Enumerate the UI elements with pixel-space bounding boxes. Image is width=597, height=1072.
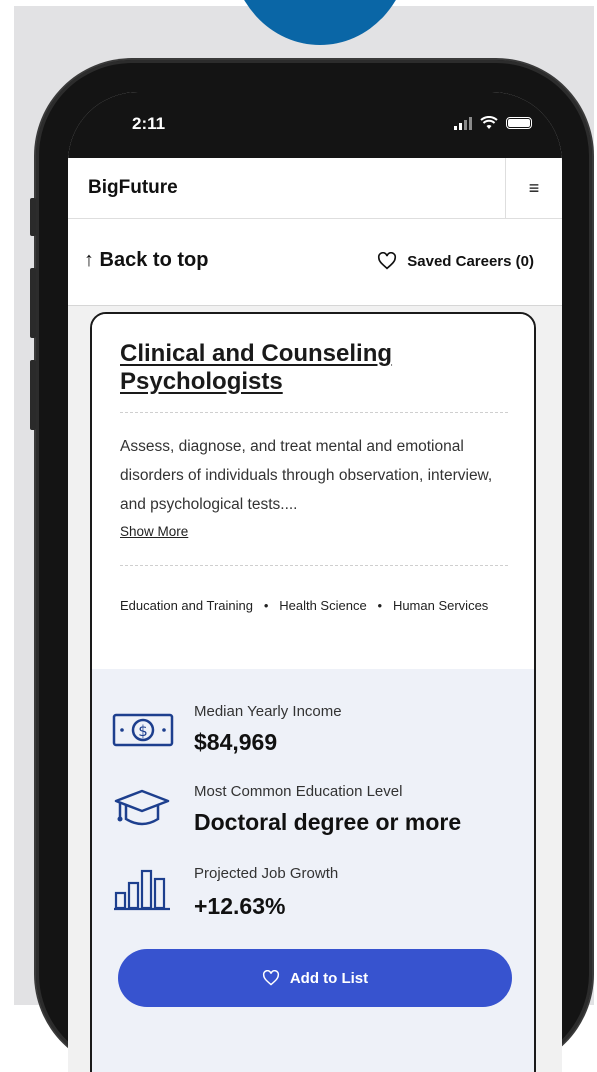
phone-mute-switch	[30, 198, 36, 236]
status-icons	[454, 116, 532, 130]
career-clusters: Education and Training • Health Science …	[120, 590, 512, 621]
hamburger-icon: ≡	[528, 177, 540, 198]
sub-navbar: ↑ Back to top Saved Careers (0)	[68, 219, 562, 306]
status-bar: 2:11	[68, 92, 562, 158]
career-description: Assess, diagnose, and treat mental and e…	[120, 438, 493, 513]
career-stats-panel: $ Median Yearly Income $84,969 Most Comm…	[92, 669, 534, 1072]
heart-outline-icon	[262, 970, 279, 986]
career-title-line2: Psychologists	[120, 368, 283, 395]
career-title-line1: Clinical and Counseling	[120, 340, 393, 367]
brand-logo[interactable]: BigFuture	[88, 177, 178, 199]
show-more-link[interactable]: Show More	[120, 524, 188, 539]
growth-label: Projected Job Growth	[194, 865, 339, 882]
svg-text:$: $	[138, 722, 148, 740]
back-to-top-link[interactable]: ↑ Back to top	[84, 249, 208, 272]
top-navbar: BigFuture ≡	[68, 158, 562, 219]
divider	[120, 565, 508, 566]
growth-value: +12.63%	[194, 893, 286, 919]
battery-icon	[506, 117, 532, 129]
wifi-icon	[480, 116, 498, 129]
career-title-link[interactable]: Clinical and Counseling Psychologists	[120, 340, 500, 396]
cluster-tag: Health Science	[279, 598, 367, 613]
divider	[120, 412, 508, 413]
bar-chart-icon	[114, 869, 170, 911]
saved-careers-link[interactable]: Saved Careers (0)	[377, 252, 534, 270]
income-label: Median Yearly Income	[194, 703, 342, 720]
education-label: Most Common Education Level	[194, 783, 403, 800]
add-to-list-button[interactable]: Add to List	[118, 949, 512, 1007]
heart-icon	[378, 252, 397, 270]
add-to-list-label: Add to List	[289, 969, 369, 987]
signal-icon	[454, 116, 472, 130]
career-card: Clinical and Counseling Psychologists As…	[90, 312, 536, 1072]
graduation-cap-icon	[114, 789, 170, 826]
saved-careers-label: Saved Careers (0)	[407, 252, 534, 270]
separator-dot: •	[370, 598, 390, 613]
separator-dot: •	[256, 598, 276, 613]
hamburger-menu-button[interactable]: ≡	[505, 158, 562, 218]
phone-volume-up	[30, 268, 36, 338]
phone-volume-down	[30, 360, 36, 430]
cluster-tag: Education and Training	[120, 598, 253, 613]
cluster-tag: Human Services	[392, 598, 489, 613]
income-value: $84,969	[194, 729, 278, 755]
education-value: Doctoral degree or more	[194, 809, 462, 835]
money-icon: $	[112, 713, 174, 747]
status-time: 2:11	[132, 114, 166, 133]
career-summary: Clinical and Counseling Psychologists As…	[92, 314, 534, 669]
phone-screen: 2:11 BigFuture ≡ ↑ Back to top Saved Car…	[68, 92, 562, 1072]
